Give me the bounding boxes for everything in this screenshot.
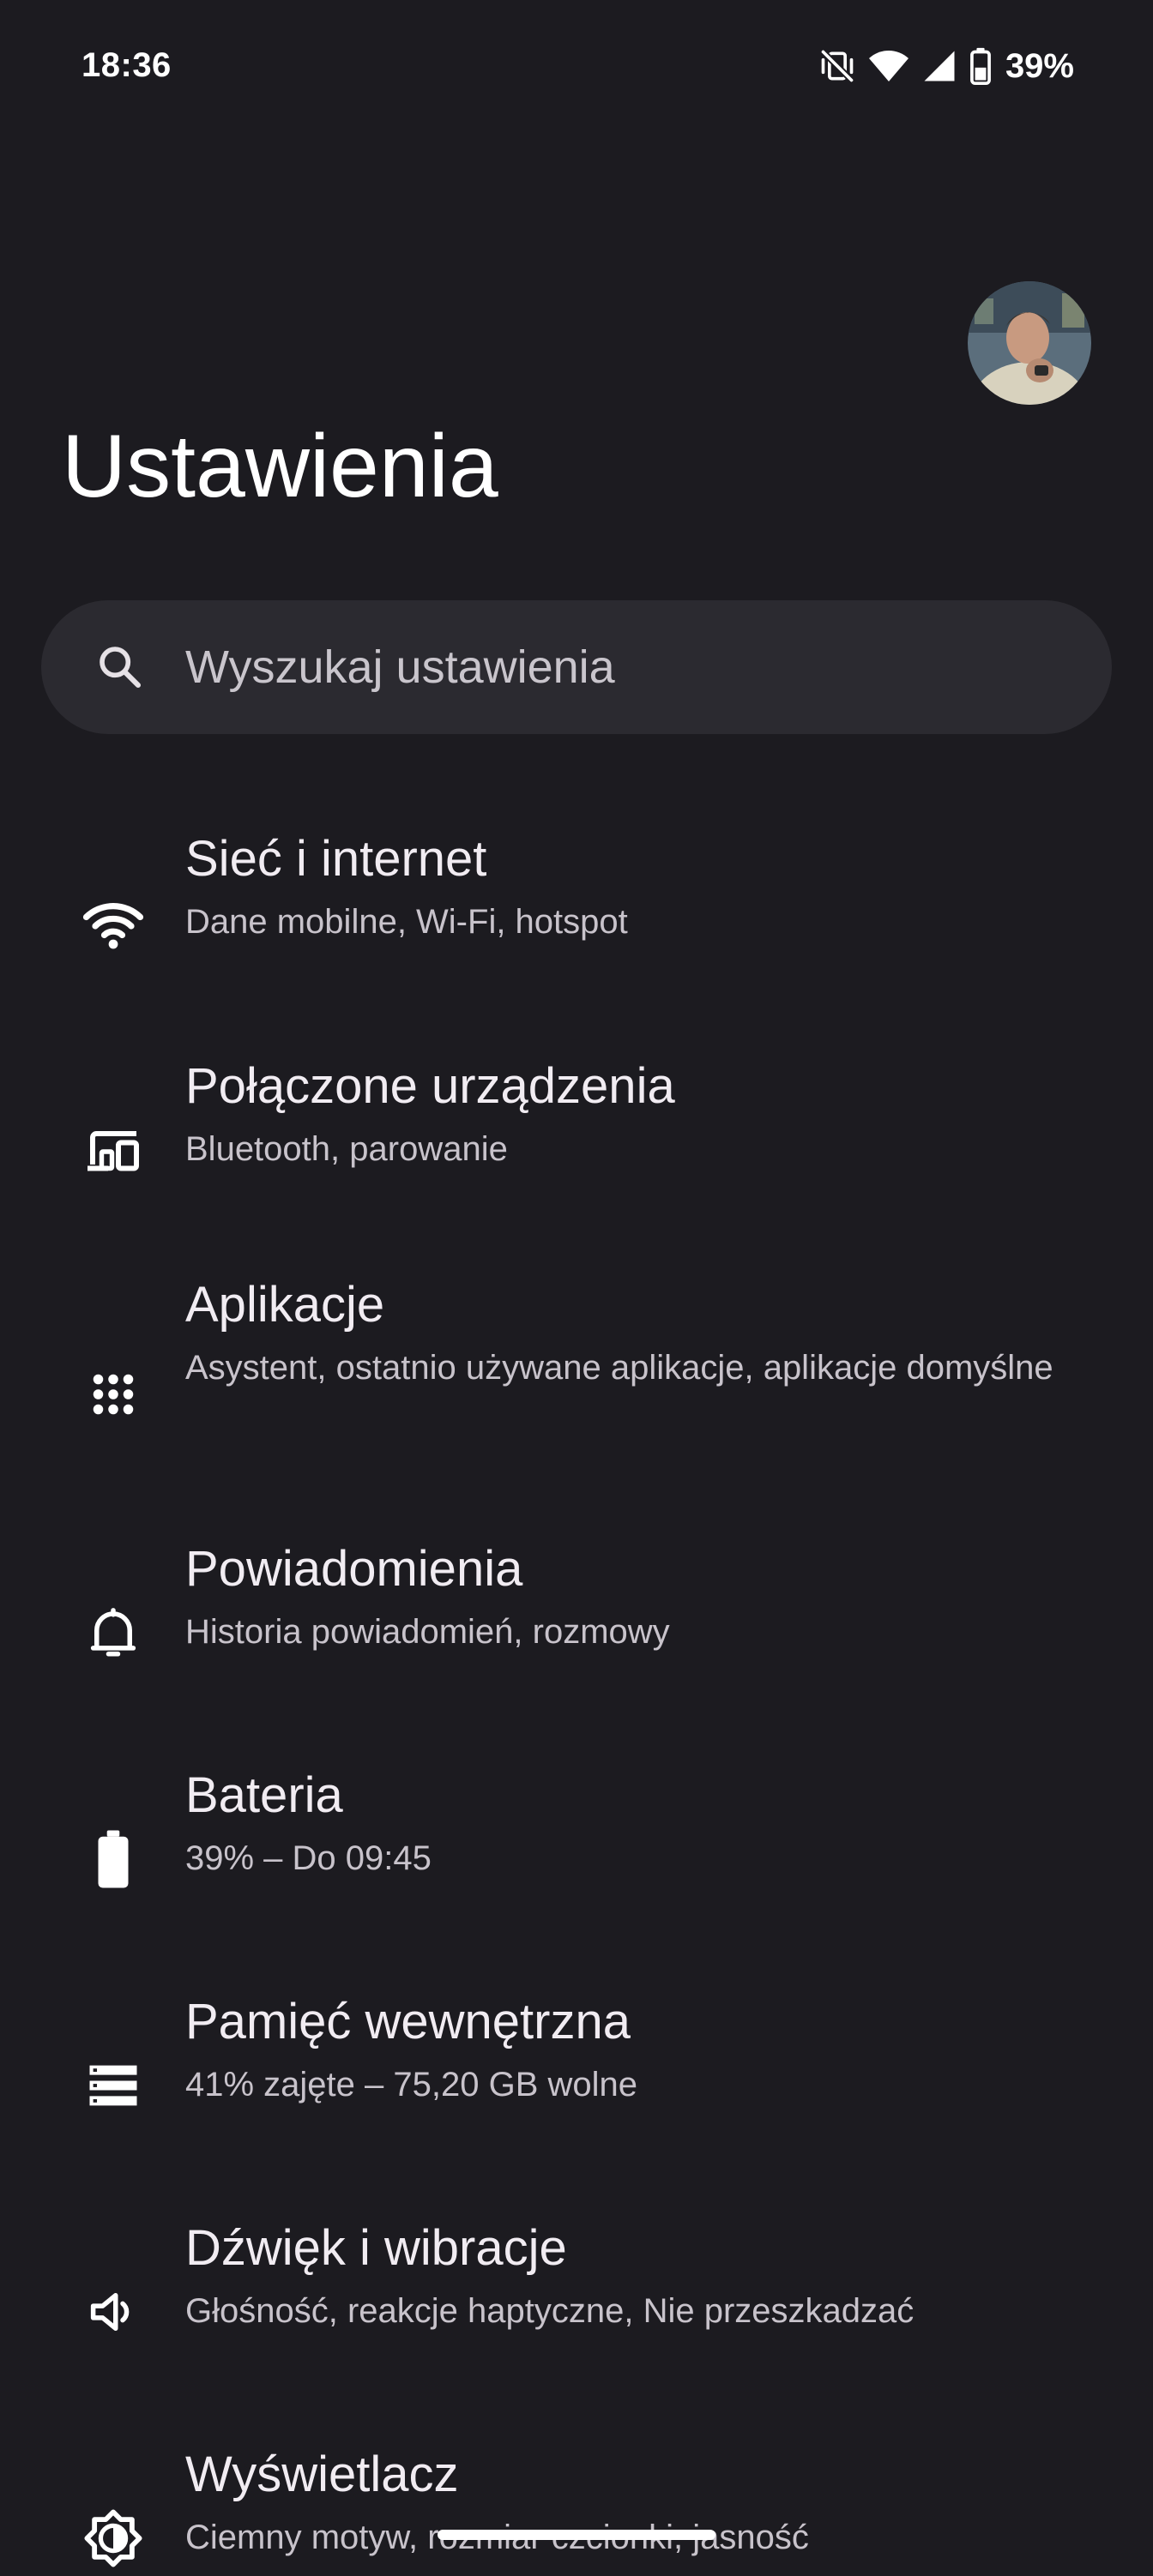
search-placeholder: Wyszukaj ustawienia: [185, 641, 615, 693]
display-brightness-icon: [75, 2501, 151, 2576]
user-avatar[interactable]: [968, 281, 1091, 405]
settings-item-display[interactable]: Wyświetlacz Ciemny motyw, rozmiar czcion…: [0, 2439, 1153, 2567]
cell-signal-icon: [924, 51, 955, 81]
battery-percent: 39%: [1005, 46, 1074, 85]
status-time: 18:36: [81, 46, 172, 84]
status-bar: 18:36 39%: [0, 0, 1153, 137]
settings-item-connected-devices[interactable]: Połączone urządzenia Bluetooth, parowani…: [0, 1050, 1153, 1222]
bell-icon: [75, 1595, 151, 1670]
status-icons: 39%: [818, 45, 1074, 87]
wifi-icon: [75, 888, 151, 964]
search-icon: [100, 647, 142, 689]
item-subtitle: Głośność, reakcje haptyczne, Nie przeszk…: [185, 2292, 915, 2330]
search-bar[interactable]: Wyszukaj ustawienia: [41, 600, 1112, 734]
item-subtitle: Dane mobilne, Wi-Fi, hotspot: [185, 903, 628, 941]
page-title: Ustawienia: [62, 417, 498, 516]
settings-item-network[interactable]: Sieć i internet Dane mobilne, Wi-Fi, hot…: [0, 823, 1153, 995]
settings-item-sound[interactable]: Dźwięk i wibracje Głośność, reakcje hapt…: [0, 2212, 1153, 2384]
avatar-image: [968, 281, 1091, 405]
item-title: Pamięć wewnętrzna: [185, 1994, 631, 2049]
settings-item-notifications[interactable]: Powiadomienia Historia powiadomień, rozm…: [0, 1533, 1153, 1705]
item-subtitle: Asystent, ostatnio używane aplikacje, ap…: [185, 1349, 1053, 1387]
settings-item-apps[interactable]: Aplikacje Asystent, ostatnio używane apl…: [0, 1269, 1153, 1458]
settings-item-storage[interactable]: Pamięć wewnętrzna 41% zajęte – 75,20 GB …: [0, 1986, 1153, 2158]
connected-devices-icon: [75, 1114, 151, 1189]
wifi-icon: [868, 51, 909, 81]
item-title: Dźwięk i wibracje: [185, 2220, 567, 2276]
item-subtitle: Historia powiadomień, rozmowy: [185, 1613, 670, 1651]
item-title: Wyświetlacz: [185, 2447, 459, 2502]
item-title: Sieć i internet: [185, 831, 487, 887]
item-subtitle: Bluetooth, parowanie: [185, 1130, 508, 1168]
item-title: Powiadomienia: [185, 1541, 523, 1597]
storage-icon: [75, 2048, 151, 2123]
item-title: Bateria: [185, 1767, 343, 1823]
item-subtitle: 41% zajęte – 75,20 GB wolne: [185, 2066, 638, 2104]
item-title: Aplikacje: [185, 1277, 385, 1333]
item-title: Połączone urządzenia: [185, 1058, 675, 1114]
battery-icon: [75, 1821, 151, 1897]
settings-item-battery[interactable]: Bateria 39% – Do 09:45: [0, 1760, 1153, 1931]
apps-grid-icon: [75, 1357, 151, 1432]
item-subtitle: 39% – Do 09:45: [185, 1839, 432, 1877]
volume-icon: [75, 2274, 151, 2350]
battery-icon: [970, 47, 991, 85]
gesture-nav-handle[interactable]: [438, 2530, 715, 2540]
vibrate-off-icon: [820, 49, 854, 83]
